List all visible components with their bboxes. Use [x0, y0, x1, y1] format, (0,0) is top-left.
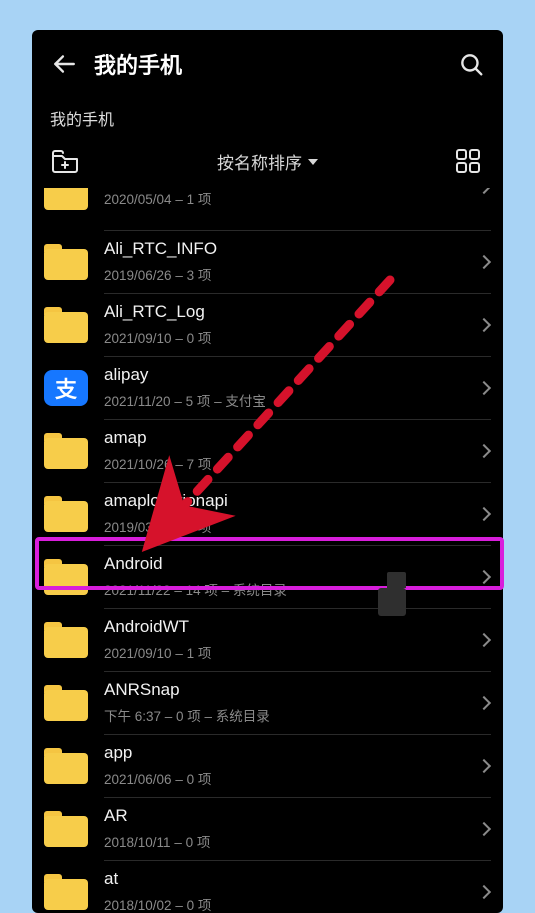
folder-subtitle: 下午 6:37 – 0 项 – 系统目录: [104, 705, 479, 725]
sort-button[interactable]: 按名称排序: [217, 149, 318, 174]
folder-name: Ali_RTC_INFO: [104, 239, 479, 259]
folder-row[interactable]: Android 2021/11/22 – 14 项 – 系统目录: [32, 545, 503, 608]
folder-subtitle: 2020/05/04 – 1 项: [104, 188, 479, 208]
folder-text: ANRSnap 下午 6:37 – 0 项 – 系统目录: [104, 680, 479, 724]
chevron-right-icon: [477, 758, 491, 772]
divider: [104, 608, 491, 609]
file-manager-screen: 我的手机 我的手机 按名称排序: [32, 30, 503, 913]
divider: [104, 545, 491, 546]
chevron-right-icon: [477, 380, 491, 394]
folder-subtitle: 2021/11/22 – 14 项 – 系统目录: [104, 579, 479, 599]
folder-subtitle: 2018/10/02 – 0 项: [104, 894, 479, 913]
folder-row[interactable]: ANRSnap 下午 6:37 – 0 项 – 系统目录: [32, 671, 503, 734]
folder-text: amaplocationapi 2019/03/30 – 1 项: [104, 491, 479, 535]
chevron-right-icon: [477, 317, 491, 331]
folder-row[interactable]: 支 alipay 2021/11/20 – 5 项 – 支付宝: [32, 356, 503, 419]
folder-icon: [44, 244, 88, 280]
folder-subtitle: 2019/06/26 – 3 项: [104, 264, 479, 284]
toolbar: 按名称排序: [32, 148, 503, 188]
new-folder-icon[interactable]: [50, 148, 80, 174]
folder-text: AndroidWT 2021/09/10 – 1 项: [104, 617, 479, 661]
chevron-right-icon: [477, 884, 491, 898]
back-icon[interactable]: [50, 50, 78, 78]
folder-subtitle: 2021/09/10 – 0 项: [104, 327, 479, 347]
divider: [104, 293, 491, 294]
folder-subtitle: 2021/10/26 – 7 项: [104, 453, 479, 473]
folder-name: AR: [104, 806, 479, 826]
folder-row[interactable]: AndroidWT 2021/09/10 – 1 项: [32, 608, 503, 671]
chevron-right-icon: [477, 254, 491, 268]
breadcrumb[interactable]: 我的手机: [32, 98, 503, 148]
folder-text: Ali_RTC_INFO 2019/06/26 – 3 项: [104, 239, 479, 283]
folder-row[interactable]: Ali_RTC_Log 2021/09/10 – 0 项: [32, 293, 503, 356]
chevron-right-icon: [477, 695, 491, 709]
folder-name: Ali_RTC_Log: [104, 302, 479, 322]
folder-text: 2020/05/04 – 1 项: [104, 188, 479, 208]
folder-row[interactable]: amap 2021/10/26 – 7 项: [32, 419, 503, 482]
folder-icon: [44, 748, 88, 784]
folder-icon: [44, 622, 88, 658]
folder-name: Android: [104, 554, 479, 574]
folder-icon: [44, 559, 88, 595]
alipay-icon: 支: [44, 370, 88, 406]
grid-view-icon[interactable]: [455, 148, 485, 174]
chevron-right-icon: [477, 569, 491, 583]
chevron-right-icon: [477, 821, 491, 835]
sort-label: 按名称排序: [217, 149, 302, 174]
folder-text: app 2021/06/06 – 0 项: [104, 743, 479, 787]
folder-text: AR 2018/10/11 – 0 项: [104, 806, 479, 850]
folder-subtitle: 2021/09/10 – 1 项: [104, 642, 479, 662]
folder-subtitle: 2021/06/06 – 0 项: [104, 768, 479, 788]
divider: [104, 860, 491, 861]
folder-text: at 2018/10/02 – 0 项: [104, 869, 479, 913]
divider: [104, 230, 491, 231]
folder-text: amap 2021/10/26 – 7 项: [104, 428, 479, 472]
folder-subtitle: 2021/11/20 – 5 项 – 支付宝: [104, 390, 479, 410]
folder-row[interactable]: app 2021/06/06 – 0 项: [32, 734, 503, 797]
folder-subtitle: 2018/10/11 – 0 项: [104, 831, 479, 851]
folder-text: alipay 2021/11/20 – 5 项 – 支付宝: [104, 365, 479, 409]
folder-name: alipay: [104, 365, 479, 385]
divider: [104, 797, 491, 798]
divider: [104, 671, 491, 672]
folder-row[interactable]: at 2018/10/02 – 0 项: [32, 860, 503, 913]
folder-name: app: [104, 743, 479, 763]
caret-down-icon: [308, 159, 318, 165]
folder-row[interactable]: Ali_RTC_INFO 2019/06/26 – 3 项: [32, 230, 503, 293]
folder-list: 2020/05/04 – 1 项 Ali_RTC_INFO 2019/06/26 –…: [32, 188, 503, 913]
folder-icon: [44, 307, 88, 343]
divider: [104, 482, 491, 483]
divider: [104, 356, 491, 357]
chevron-right-icon: [477, 632, 491, 646]
folder-subtitle: 2019/03/30 – 1 项: [104, 516, 479, 536]
folder-name: ANRSnap: [104, 680, 479, 700]
header: 我的手机: [32, 30, 503, 98]
chevron-right-icon: [477, 188, 491, 194]
folder-row[interactable]: amaplocationapi 2019/03/30 – 1 项: [32, 482, 503, 545]
folder-name: at: [104, 869, 479, 889]
folder-name: amap: [104, 428, 479, 448]
folder-icon: [44, 433, 88, 469]
folder-text: Android 2021/11/22 – 14 项 – 系统目录: [104, 554, 479, 598]
search-icon[interactable]: [457, 50, 485, 78]
folder-row[interactable]: 2020/05/04 – 1 项: [32, 188, 503, 230]
folder-row[interactable]: AR 2018/10/11 – 0 项: [32, 797, 503, 860]
divider: [104, 419, 491, 420]
folder-icon: [44, 188, 88, 210]
folder-icon: [44, 496, 88, 532]
folder-name: amaplocationapi: [104, 491, 479, 511]
chevron-right-icon: [477, 443, 491, 457]
folder-text: Ali_RTC_Log 2021/09/10 – 0 项: [104, 302, 479, 346]
folder-icon: [44, 811, 88, 847]
folder-icon: [44, 874, 88, 910]
page-title: 我的手机: [94, 48, 457, 80]
divider: [104, 734, 491, 735]
folder-icon: [44, 685, 88, 721]
chevron-right-icon: [477, 506, 491, 520]
folder-name: AndroidWT: [104, 617, 479, 637]
